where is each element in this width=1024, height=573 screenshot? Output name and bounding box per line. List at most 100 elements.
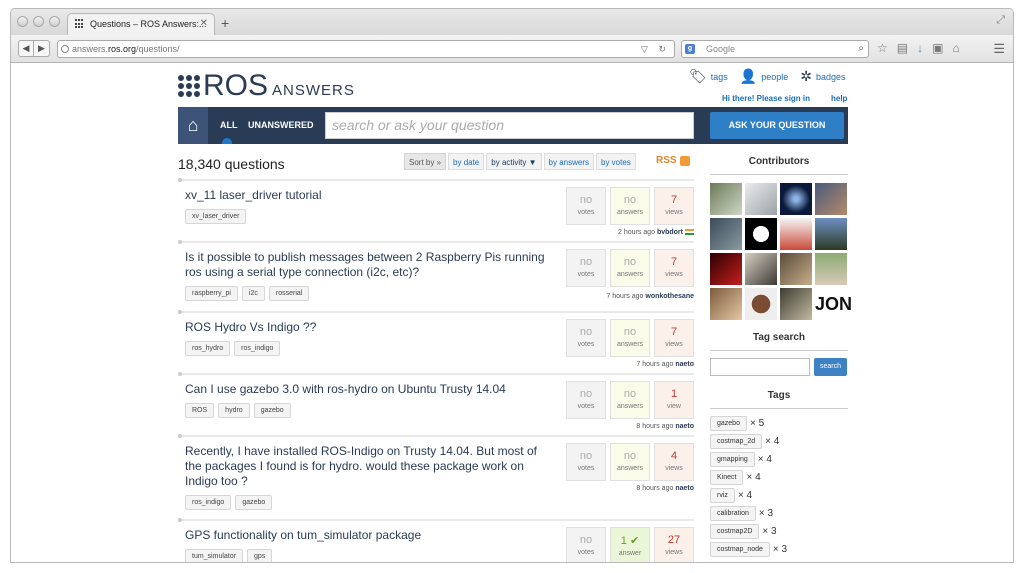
tags-link-label: tags <box>710 71 728 82</box>
logo-ros-text: ROS <box>203 69 269 102</box>
sign-in-link[interactable]: Hi there! Please sign in <box>722 94 810 103</box>
avatar[interactable] <box>710 218 742 250</box>
tab-close-icon[interactable]: ✕ <box>200 14 208 34</box>
votes-box: no votes <box>566 187 606 225</box>
badges-link[interactable]: ✲ badges <box>800 68 845 85</box>
question-tag[interactable]: raspberry_pi <box>185 286 238 301</box>
avatar[interactable] <box>745 253 777 285</box>
reload-icon[interactable]: ▽ ↻ <box>641 41 670 57</box>
question-user[interactable]: naeto <box>675 423 694 430</box>
question-title[interactable]: Can I use gazebo 3.0 with ros-hydro on U… <box>185 382 555 397</box>
avatar[interactable] <box>745 218 777 250</box>
new-tab-icon[interactable]: + <box>221 15 229 31</box>
avatar[interactable] <box>815 218 847 250</box>
menu-icon[interactable]: ☰ <box>993 41 1005 57</box>
question-tag[interactable]: hydro <box>218 403 250 418</box>
zoom-window-button[interactable] <box>49 16 60 27</box>
avatar[interactable]: JON <box>815 288 852 320</box>
avatar[interactable] <box>710 253 742 285</box>
question-tag[interactable]: gazebo <box>253 403 291 418</box>
avatar[interactable] <box>780 288 812 320</box>
url-bar[interactable]: answers.ros.org/questions/ ▽ ↻ <box>57 40 675 58</box>
tag-chip[interactable]: rviz <box>710 488 735 503</box>
tag-chip[interactable]: Kinect <box>710 470 744 485</box>
home-icon[interactable]: ⌂ <box>952 41 959 55</box>
sort-by-activity[interactable]: by activity ▼ <box>486 153 542 170</box>
tag-search-input[interactable] <box>710 358 810 376</box>
rss-link[interactable]: RSS <box>656 155 690 166</box>
views-count: 1 <box>670 388 678 400</box>
sort-label: Sort by » <box>404 153 447 170</box>
question-tag[interactable]: ros_indigo <box>185 495 232 510</box>
question-search-input[interactable]: search or ask your question <box>325 112 694 139</box>
question-title[interactable]: GPS functionality on tum_simulator packa… <box>185 528 555 543</box>
tag-row: gmapping × 4 <box>710 452 848 467</box>
tag-chip[interactable]: gmapping <box>710 452 755 467</box>
reading-list-icon[interactable]: ▤ <box>897 41 908 55</box>
sort-by-date[interactable]: by date <box>448 153 485 170</box>
tag-chip[interactable]: costmap_2d <box>710 434 763 449</box>
tag-count: × 4 <box>757 454 772 465</box>
question-title[interactable]: Is it possible to publish messages betwe… <box>185 250 555 280</box>
search-icon[interactable]: ⌕ <box>858 41 864 57</box>
tab-unanswered[interactable]: UNANSWERED <box>248 120 314 130</box>
browser-search-field[interactable]: g Google ⌕ <box>681 40 869 58</box>
close-window-button[interactable] <box>17 16 28 27</box>
fullscreen-icon[interactable]: ⤢ <box>996 14 1005 27</box>
tag-chip[interactable]: gazebo <box>710 416 747 431</box>
question-tag[interactable]: gazebo <box>235 495 273 510</box>
question-meta: 7 hours ago wonkothesane <box>606 293 694 300</box>
avatar[interactable] <box>710 288 742 320</box>
help-link[interactable]: help <box>831 94 847 103</box>
question-title[interactable]: Recently, I have installed ROS-Indigo on… <box>185 444 555 489</box>
tag-chip[interactable]: calibration <box>710 506 756 521</box>
avatar[interactable] <box>815 253 847 285</box>
download-icon[interactable]: ↓ <box>917 41 923 55</box>
question-tag[interactable]: rosserial <box>268 286 310 301</box>
question-tag[interactable]: gps <box>246 549 273 562</box>
answers-count: no <box>623 256 637 268</box>
favicon-icon <box>75 19 85 29</box>
question-tag[interactable]: xv_laser_driver <box>185 209 247 224</box>
question-user[interactable]: wonkothesane <box>645 293 694 300</box>
badges-link-label: badges <box>816 71 846 82</box>
ask-question-button[interactable]: ASK YOUR QUESTION <box>710 112 844 139</box>
tag-chip[interactable]: costmap2D <box>710 524 760 539</box>
question-meta: 8 hours ago naeto <box>636 485 694 492</box>
avatar[interactable] <box>745 288 777 320</box>
sort-by-answers[interactable]: by answers <box>543 153 594 170</box>
avatar[interactable] <box>815 183 847 215</box>
youtube-icon[interactable]: ▣ <box>932 41 943 55</box>
browser-tab[interactable]: Questions – ROS Answers:... ✕ <box>67 13 215 35</box>
tab-all[interactable]: ALL <box>220 120 238 130</box>
bookmark-star-icon[interactable]: ☆ <box>877 41 888 55</box>
tag-chip[interactable]: costmap_node <box>710 542 770 557</box>
question-user[interactable]: bvbdort <box>657 229 683 236</box>
question-tag[interactable]: ros_hydro <box>185 341 231 356</box>
people-link[interactable]: 👤 people <box>740 68 788 85</box>
question-user[interactable]: naeto <box>675 361 694 368</box>
question-user[interactable]: naeto <box>675 485 694 492</box>
avatar[interactable] <box>780 183 812 215</box>
avatar[interactable] <box>780 253 812 285</box>
home-button[interactable]: ⌂ <box>178 107 208 144</box>
question-meta: 2 hours ago bvbdort <box>618 229 694 236</box>
tags-link[interactable]: 🏷 tags <box>689 68 728 85</box>
avatar[interactable] <box>780 218 812 250</box>
question-tag[interactable]: i2c <box>241 286 265 301</box>
question-title[interactable]: ROS Hydro Vs Indigo ?? <box>185 320 555 335</box>
tag-search-button[interactable]: search <box>814 358 847 376</box>
google-icon: g <box>685 44 695 54</box>
question-title[interactable]: xv_11 laser_driver tutorial <box>185 188 555 203</box>
tag-count: × 3 <box>758 508 774 519</box>
question-tag[interactable]: tum_simulator <box>185 549 243 562</box>
back-icon[interactable]: ◀ <box>18 40 34 57</box>
forward-icon[interactable]: ▶ <box>34 40 50 57</box>
sort-by-votes[interactable]: by votes <box>596 153 636 170</box>
question-tag[interactable]: ROS <box>185 403 215 418</box>
avatar[interactable] <box>710 183 742 215</box>
question-tag[interactable]: ros_indigo <box>234 341 281 356</box>
avatar[interactable] <box>745 183 777 215</box>
minimize-window-button[interactable] <box>33 16 44 27</box>
ros-answers-logo[interactable]: ROS ANSWERS <box>178 71 355 101</box>
